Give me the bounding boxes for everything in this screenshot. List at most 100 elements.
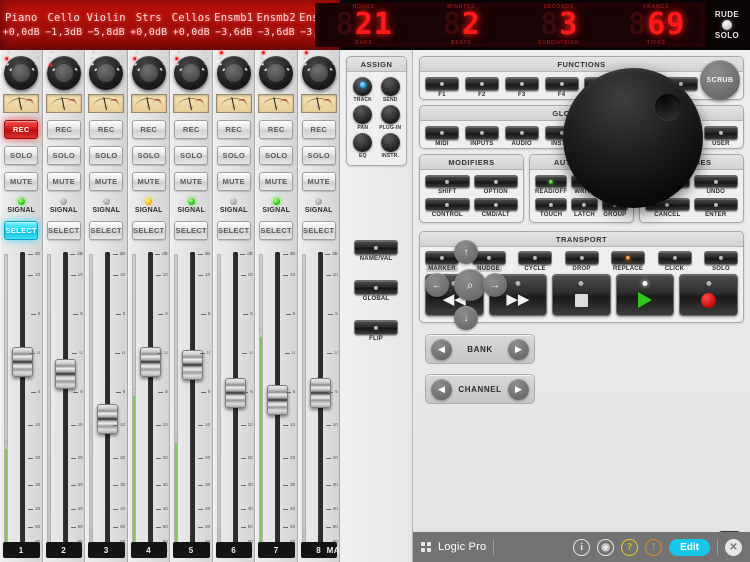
assign-item[interactable]: TRACK [349, 77, 377, 103]
button-body[interactable] [545, 77, 579, 91]
assign-item[interactable]: INSTR. [377, 133, 405, 159]
button-body[interactable] [535, 198, 567, 211]
mute-button[interactable]: MUTE [302, 172, 336, 191]
rec-button[interactable]: REC [174, 120, 208, 139]
select-button[interactable]: SELECT [89, 221, 123, 240]
v-pot-knob[interactable] [4, 56, 38, 90]
button-body[interactable] [518, 251, 552, 265]
button-body[interactable] [694, 175, 739, 188]
v-pot-knob[interactable] [174, 56, 208, 90]
v-pot-knob[interactable] [259, 56, 293, 90]
zoom-button[interactable]: ⌕ [454, 269, 486, 301]
button-body[interactable] [704, 251, 738, 265]
panel-button[interactable]: MIDI [425, 126, 459, 147]
scrub-button[interactable]: SCRUB [700, 60, 740, 100]
select-button[interactable]: SELECT [259, 221, 293, 240]
edit-button[interactable]: Edit [669, 539, 710, 556]
assign-knob[interactable] [381, 105, 400, 124]
panel-button[interactable]: UNDO [694, 175, 739, 195]
channel-nav-button[interactable]: ◀ CHANNEL ▶ [425, 374, 535, 404]
rec-button[interactable]: REC [132, 120, 166, 139]
button-body[interactable] [474, 198, 519, 211]
panel-button[interactable]: F2 [465, 77, 499, 98]
select-button[interactable]: SELECT [132, 221, 166, 240]
track-name-lcd[interactable]: PianoCelloViolinStrsCellosEnsmb1Ensmb2En… [0, 0, 340, 50]
panel-button[interactable]: USER [704, 126, 738, 147]
solo-button[interactable]: SOLO [132, 146, 166, 165]
v-pot-knob[interactable] [217, 56, 251, 90]
rec-button[interactable]: REC [259, 120, 293, 139]
assign-stack-item[interactable]: GLOBAL [354, 280, 398, 302]
button-body[interactable] [505, 126, 539, 140]
assign-stack-item[interactable]: NAME/VAL [354, 240, 398, 262]
button-body[interactable] [465, 77, 499, 91]
button-body[interactable] [571, 198, 597, 211]
panel-button[interactable]: F1 [425, 77, 459, 98]
rec-button[interactable]: REC [217, 120, 251, 139]
assign-item[interactable]: PLUG-IN [377, 105, 405, 131]
down-arrow-button[interactable]: ↓ [454, 306, 478, 330]
panel-button[interactable]: DROP [565, 251, 599, 272]
bank-nav[interactable]: ◀ BANK ▶ [425, 334, 535, 364]
v-pot-knob[interactable] [302, 56, 336, 90]
panel-button[interactable]: OPTION [474, 175, 519, 195]
bank-nav-button[interactable]: ◀ BANK ▶ [425, 334, 535, 364]
camera-icon[interactable]: ◉ [597, 539, 614, 556]
button-body[interactable] [474, 175, 519, 188]
select-button[interactable]: SELECT [47, 221, 81, 240]
right-arrow-button[interactable]: → [483, 273, 507, 297]
assign-item[interactable]: EQ [349, 133, 377, 159]
mute-button[interactable]: MUTE [259, 172, 293, 191]
panel-button[interactable]: LATCH [571, 198, 597, 218]
solo-button[interactable]: SOLO [89, 146, 123, 165]
button-body[interactable] [694, 198, 739, 211]
solo-button[interactable]: SOLO [217, 146, 251, 165]
jog-wheel[interactable] [563, 68, 703, 208]
warning-icon[interactable]: ! [645, 539, 662, 556]
close-icon[interactable]: ✕ [725, 539, 742, 556]
panel-button[interactable]: AUDIO [505, 126, 539, 147]
stack-button[interactable] [354, 280, 398, 295]
button-body[interactable] [425, 126, 459, 140]
panel-button[interactable]: F3 [505, 77, 539, 98]
button-body[interactable] [611, 251, 645, 265]
panel-button[interactable]: CONTROL [425, 198, 470, 218]
button-body[interactable] [505, 77, 539, 91]
button-body[interactable] [425, 198, 470, 211]
mute-button[interactable]: MUTE [4, 172, 38, 191]
panel-button[interactable]: TOUCH [535, 198, 567, 218]
left-arrow-button[interactable]: ← [425, 273, 449, 297]
bank-right-button[interactable]: ▶ [508, 339, 529, 360]
stack-button[interactable] [354, 320, 398, 335]
panel-button[interactable]: REPLACE [611, 251, 645, 272]
solo-button[interactable]: SOLO [47, 146, 81, 165]
panel-button[interactable]: CMD/ALT [474, 198, 519, 218]
solo-button[interactable]: SOLO [259, 146, 293, 165]
info-icon[interactable]: i [573, 539, 590, 556]
channel-left-button[interactable]: ◀ [431, 379, 452, 400]
select-button[interactable]: SELECT [174, 221, 208, 240]
rec-button[interactable]: REC [302, 120, 336, 139]
rec-button[interactable]: REC [47, 120, 81, 139]
select-button[interactable]: SELECT [302, 221, 336, 240]
mute-button[interactable]: MUTE [47, 172, 81, 191]
channel-right-button[interactable]: ▶ [508, 379, 529, 400]
button-body[interactable] [425, 77, 459, 91]
select-button[interactable]: SELECT [217, 221, 251, 240]
play-button[interactable] [616, 274, 675, 316]
help-icon[interactable]: ? [621, 539, 638, 556]
solo-button[interactable]: SOLO [4, 146, 38, 165]
panel-button[interactable]: CLICK [658, 251, 692, 272]
assign-knob[interactable] [353, 133, 372, 152]
v-pot-knob[interactable] [132, 56, 166, 90]
assign-knob[interactable] [381, 133, 400, 152]
panel-button[interactable]: SHIFT [425, 175, 470, 195]
bank-left-button[interactable]: ◀ [431, 339, 452, 360]
button-body[interactable] [658, 251, 692, 265]
assign-knob[interactable] [353, 77, 372, 96]
solo-button[interactable]: SOLO [174, 146, 208, 165]
panel-button[interactable]: SOLO [704, 251, 738, 272]
mute-button[interactable]: MUTE [217, 172, 251, 191]
button-body[interactable] [535, 175, 567, 188]
panel-button[interactable]: F4 [545, 77, 579, 98]
